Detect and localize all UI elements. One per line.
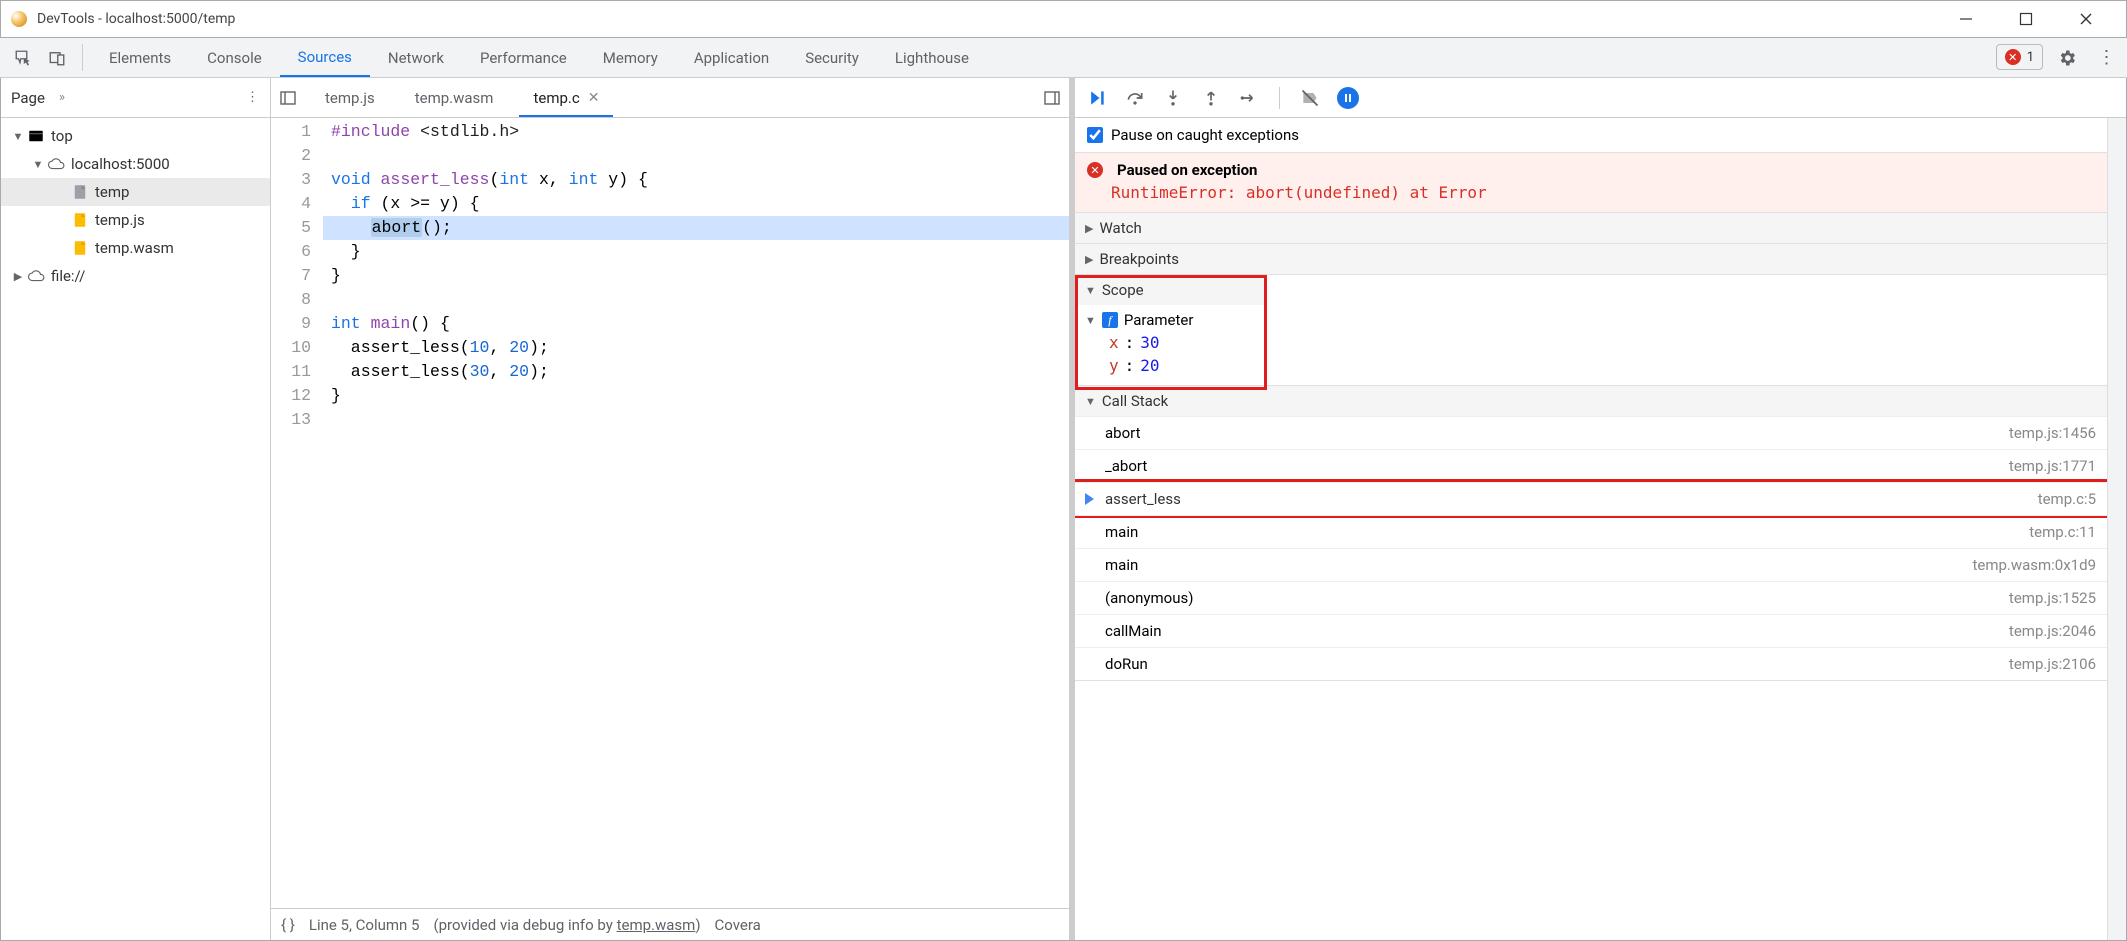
callstack-header[interactable]: ▼Call Stack (1075, 386, 2126, 416)
function-badge-icon: f (1102, 312, 1118, 328)
sources-navigator: Page » ⋮ ▼ top ▼ localhost:5000 (1, 78, 271, 940)
tree-host-label: localhost:5000 (71, 155, 170, 173)
status-debuginfo-link[interactable]: temp.wasm (617, 916, 696, 934)
tab-network[interactable]: Network (370, 38, 462, 77)
tree-file-label: temp.wasm (95, 239, 174, 257)
frame-icon (27, 127, 45, 145)
callstack-section: ▼Call Stack aborttemp.js:1456 _aborttemp… (1075, 386, 2126, 681)
tab-performance[interactable]: Performance (462, 38, 585, 77)
pause-on-caught-checkbox[interactable] (1087, 127, 1103, 143)
nav-overflow-icon[interactable]: ⋮ (246, 90, 260, 105)
status-debuginfo: (provided via debug info by temp.wasm) (434, 916, 701, 934)
step-into-icon[interactable] (1159, 84, 1187, 112)
callstack-list: aborttemp.js:1456 _aborttemp.js:1771 ass… (1075, 416, 2126, 680)
window-buttons (1936, 0, 2116, 38)
minimize-button[interactable] (1936, 0, 1996, 38)
paused-exception-title: Paused on exception (1117, 161, 1257, 179)
settings-icon[interactable] (2047, 38, 2087, 77)
nav-page-label[interactable]: Page (11, 89, 45, 107)
maximize-button[interactable] (1996, 0, 2056, 38)
deactivate-breakpoints-icon[interactable] (1296, 84, 1324, 112)
editor-statusbar: { } Line 5, Column 5 (provided via debug… (271, 908, 1069, 940)
watch-section[interactable]: ▶Watch (1075, 213, 2126, 244)
breakpoints-section[interactable]: ▶Breakpoints (1075, 244, 2126, 275)
nav-more-tabs-icon[interactable]: » (59, 90, 65, 105)
tree-file-label: temp.js (95, 211, 145, 229)
code-body[interactable]: #include <stdlib.h> void assert_less(int… (323, 118, 1069, 908)
debugger-toolbar (1075, 78, 2126, 118)
tab-application[interactable]: Application (676, 38, 787, 77)
window-title: DevTools - localhost:5000/temp (37, 11, 1936, 27)
scope-group-parameter[interactable]: ▼ f Parameter (1085, 309, 1257, 331)
tab-console[interactable]: Console (189, 38, 280, 77)
line-gutter: 1 2 3 4 5 6 7 8 9 10 11 12 13 (271, 118, 323, 908)
tab-lighthouse[interactable]: Lighthouse (877, 38, 987, 77)
more-icon[interactable]: ⋮ (2087, 38, 2127, 77)
debugger-panel: Pause on caught exceptions ✕ Paused on e… (1069, 78, 2126, 940)
editor-tab-tempc[interactable]: temp.c✕ (513, 78, 619, 117)
close-button[interactable] (2056, 0, 2116, 38)
editor-tab-tempwasm[interactable]: temp.wasm (395, 78, 514, 117)
cloud-icon (47, 155, 65, 173)
step-out-icon[interactable] (1197, 84, 1225, 112)
pause-on-caught-label: Pause on caught exceptions (1111, 126, 1299, 144)
source-editor: temp.js temp.wasm temp.c✕ 1 2 3 4 5 6 7 … (271, 78, 1069, 940)
paused-exception-message: RuntimeError: abort(undefined) at Error (1087, 183, 2114, 202)
tree-host[interactable]: ▼ localhost:5000 (1, 150, 270, 178)
title-bar: DevTools - localhost:5000/temp (0, 0, 2127, 38)
stack-frame[interactable]: callMaintemp.js:2046 (1075, 614, 2126, 647)
stack-frame[interactable]: maintemp.c:11 (1075, 515, 2126, 548)
scope-var-x[interactable]: x: 30 (1085, 331, 1257, 354)
code-area[interactable]: 1 2 3 4 5 6 7 8 9 10 11 12 13 #include <… (271, 118, 1069, 908)
toggle-navigator-icon[interactable] (271, 90, 305, 106)
tree-file-temp[interactable]: temp (1, 178, 270, 206)
paused-exception-box: ✕ Paused on exception RuntimeError: abor… (1075, 153, 2126, 213)
tree-file-scheme[interactable]: ▶ file:// (1, 262, 270, 290)
stack-frame[interactable]: aborttemp.js:1456 (1075, 416, 2126, 449)
editor-tab-tempjs[interactable]: temp.js (305, 78, 395, 117)
tree-file-scheme-label: file:// (51, 267, 85, 285)
stack-frame-current[interactable]: assert_lesstemp.c:5 (1075, 482, 2126, 515)
tab-elements[interactable]: Elements (91, 38, 189, 77)
status-coverage[interactable]: Covera (715, 916, 761, 934)
error-count: 1 (2027, 50, 2034, 65)
stack-frame[interactable]: (anonymous)temp.js:1525 (1075, 581, 2126, 614)
pause-on-exceptions-icon[interactable] (1334, 84, 1362, 112)
status-position: Line 5, Column 5 (309, 916, 420, 934)
tree-top[interactable]: ▼ top (1, 122, 270, 150)
device-toolbar-icon[interactable] (40, 38, 74, 77)
stack-frame[interactable]: _aborttemp.js:1771 (1075, 449, 2126, 482)
error-count-pill[interactable]: ✕ 1 (1996, 44, 2043, 70)
resume-icon[interactable] (1083, 84, 1111, 112)
devtools-app-icon (11, 11, 27, 27)
scope-section[interactable]: ▼Scope ▼ f Parameter x: 30 y: 20 (1075, 275, 2126, 386)
tab-memory[interactable]: Memory (585, 38, 676, 77)
error-icon: ✕ (1087, 162, 1103, 178)
file-icon (71, 183, 89, 201)
scope-content: ▼ f Parameter x: 30 y: 20 (1075, 305, 1267, 385)
file-tree: ▼ top ▼ localhost:5000 temp te (1, 118, 270, 294)
step-over-icon[interactable] (1121, 84, 1149, 112)
step-icon[interactable] (1235, 84, 1263, 112)
tree-file-label: temp (95, 183, 129, 201)
devtools-tabstrip: Elements Console Sources Network Perform… (0, 38, 2127, 78)
tree-top-label: top (51, 127, 73, 145)
tree-file-tempjs[interactable]: temp.js (1, 206, 270, 234)
stack-frame[interactable]: maintemp.wasm:0x1d9 (1075, 548, 2126, 581)
tab-security[interactable]: Security (787, 38, 877, 77)
tree-file-tempwasm[interactable]: temp.wasm (1, 234, 270, 262)
toggle-debugger-icon[interactable] (1035, 90, 1069, 106)
file-icon (71, 211, 89, 229)
select-element-icon[interactable] (6, 38, 40, 77)
error-icon: ✕ (2005, 49, 2021, 65)
stack-frame[interactable]: doRuntemp.js:2106 (1075, 647, 2126, 680)
status-braces[interactable]: { } (281, 916, 295, 934)
scope-var-y[interactable]: y: 20 (1085, 354, 1257, 377)
cloud-icon (27, 267, 45, 285)
pause-on-caught-row[interactable]: Pause on caught exceptions (1075, 118, 2126, 153)
file-icon (71, 239, 89, 257)
close-tab-icon[interactable]: ✕ (588, 90, 600, 106)
tab-sources[interactable]: Sources (280, 38, 370, 77)
